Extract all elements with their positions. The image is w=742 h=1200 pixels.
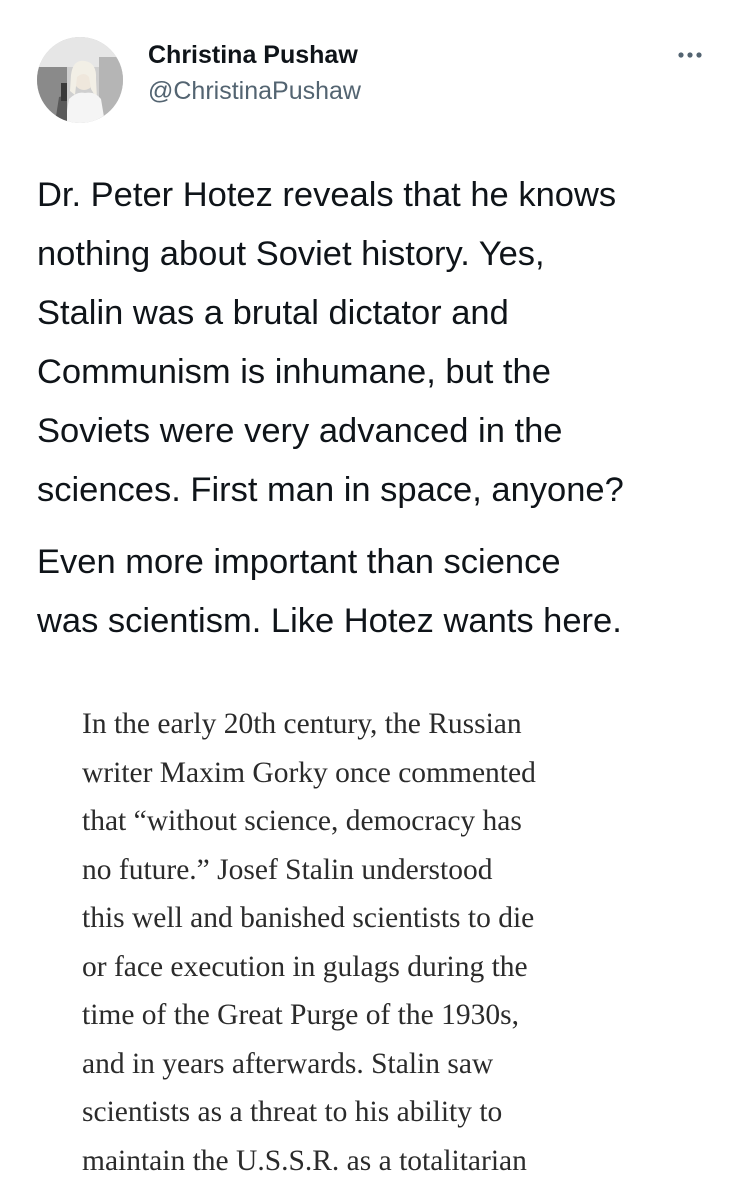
more-options-button[interactable] [670, 40, 710, 70]
excerpt-line: this well and banished scientists to die [82, 902, 535, 934]
excerpt-line: that “without science, democracy has [82, 805, 522, 837]
avatar[interactable] [37, 37, 123, 123]
tweet-line: sciences. First man in space, anyone? [37, 471, 624, 509]
excerpt-line: time of the Great Purge of the 1930s, [82, 999, 519, 1031]
tweet-paragraph-2: Even more important than science was sci… [37, 533, 717, 651]
excerpt-line: scientists as a threat to his ability to [82, 1096, 503, 1128]
tweet-header: Christina Pushaw @ChristinaPushaw [0, 0, 742, 140]
excerpt-line: or face execution in gulags during the [82, 950, 528, 983]
excerpt-line: no future.” Josef Stalin understood [82, 853, 493, 886]
tweet-line: Stalin was a brutal dictator and [37, 294, 509, 332]
tweet-body: Dr. Peter Hotez reveals that he knows no… [37, 166, 717, 651]
excerpt-line: In the early 20th century, the Russian [82, 708, 522, 740]
tweet-line: Communism is inhumane, but the [37, 353, 551, 391]
display-name[interactable]: Christina Pushaw [148, 41, 358, 70]
tweet-paragraph-1: Dr. Peter Hotez reveals that he knows no… [37, 166, 717, 520]
tweet-line: Dr. Peter Hotez reveals that he knows [37, 176, 617, 214]
more-horizontal-icon [678, 52, 702, 58]
article-excerpt-image[interactable]: In the early 20th century, the Russian w… [82, 700, 722, 1185]
tweet-line: nothing about Soviet history. Yes, [37, 235, 545, 273]
tweet-line: Even more important than science [37, 543, 561, 581]
profile-photo [37, 37, 123, 123]
excerpt-line: and in years afterwards. Stalin saw [82, 1047, 494, 1080]
tweet-screenshot: Christina Pushaw @ChristinaPushaw Dr. Pe… [0, 0, 742, 1200]
user-handle[interactable]: @ChristinaPushaw [148, 77, 361, 106]
excerpt-line: maintain the U.S.S.R. as a totalitarian [82, 1144, 527, 1177]
tweet-line: Soviets were very advanced in the [37, 412, 563, 450]
tweet-line: was scientism. Like Hotez wants here. [37, 602, 622, 640]
excerpt-line: writer Maxim Gorky once commented [82, 756, 536, 789]
